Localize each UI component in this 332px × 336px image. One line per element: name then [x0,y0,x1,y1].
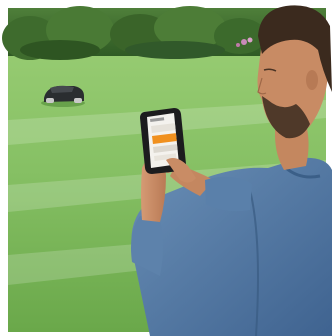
right-sleeve [205,176,252,212]
photo-illustration [0,0,332,336]
photo-scene [0,0,332,336]
